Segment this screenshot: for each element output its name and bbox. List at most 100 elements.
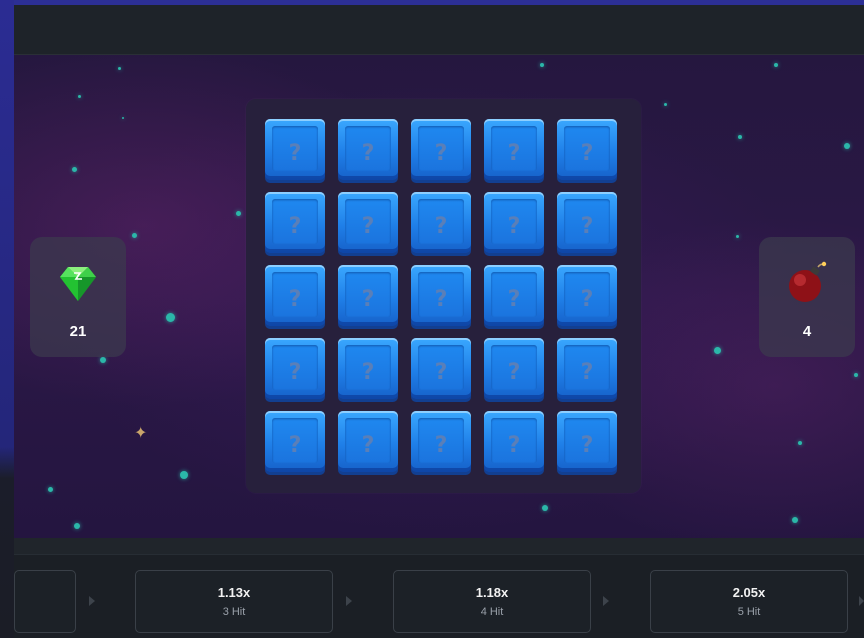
question-mark-icon: ? — [507, 214, 521, 239]
question-mark-icon: ? — [288, 287, 302, 312]
chevron-right-icon — [859, 596, 864, 606]
question-mark-icon: ? — [288, 214, 302, 239]
gems-count: 21 — [69, 323, 87, 340]
tile-face: ? — [272, 126, 318, 171]
mine-tile[interactable]: ? — [411, 411, 471, 472]
question-mark-icon: ? — [361, 214, 375, 239]
star-dot — [738, 135, 742, 139]
multiplier-hits: 3 Hit — [222, 606, 246, 618]
question-mark-icon: ? — [288, 360, 302, 385]
mine-tile[interactable]: ? — [411, 192, 471, 253]
tile-face: ? — [345, 126, 391, 171]
mine-tile[interactable]: ? — [338, 192, 398, 253]
star-dot — [166, 313, 175, 322]
mine-tile[interactable]: ? — [265, 411, 325, 472]
mines-counter-card: 4 — [759, 237, 855, 357]
mine-tile[interactable]: ? — [484, 119, 544, 180]
mine-tile[interactable]: ? — [411, 265, 471, 326]
mine-tile[interactable]: ? — [411, 338, 471, 399]
mine-tile[interactable]: ? — [484, 265, 544, 326]
mine-tile[interactable]: ? — [557, 411, 617, 472]
mine-tile[interactable]: ? — [557, 338, 617, 399]
mine-tile[interactable]: ? — [338, 411, 398, 472]
multiplier-value: 1.18x — [475, 585, 509, 600]
star-dot — [792, 517, 798, 523]
mine-tile[interactable]: ? — [484, 338, 544, 399]
tile-face: ? — [491, 418, 537, 463]
star-dot — [236, 211, 241, 216]
tile-face: ? — [564, 345, 610, 390]
question-mark-icon: ? — [288, 141, 302, 166]
tile-face: ? — [418, 345, 464, 390]
tile-face: ? — [272, 418, 318, 463]
multiplier-value: 1.13x — [217, 585, 251, 600]
star-dot — [132, 233, 137, 238]
question-mark-icon: ? — [507, 141, 521, 166]
tile-face: ? — [418, 199, 464, 244]
question-mark-icon: ? — [507, 287, 521, 312]
multiplier-card-3-hit[interactable]: 1.13x 3 Hit — [135, 570, 333, 633]
star-dot — [854, 373, 858, 377]
star-dot — [542, 505, 548, 511]
mine-tile[interactable]: ? — [265, 192, 325, 253]
star-dot — [844, 143, 850, 149]
mine-tile[interactable]: ? — [484, 411, 544, 472]
question-mark-icon: ? — [434, 433, 448, 458]
star-dot — [736, 235, 739, 238]
star-dot — [714, 347, 721, 354]
mine-tile[interactable]: ? — [338, 119, 398, 180]
mines-game-screen: ✦ 21 4 ????????????????????????? 1.13x 3… — [0, 0, 864, 638]
tile-face: ? — [491, 345, 537, 390]
mine-tile[interactable]: ? — [338, 338, 398, 399]
multiplier-hits: 4 Hit — [480, 606, 504, 618]
tile-face: ? — [418, 126, 464, 171]
tile-face: ? — [345, 272, 391, 317]
tile-face: ? — [272, 345, 318, 390]
window-left-edge — [0, 0, 14, 638]
star-dot — [72, 167, 77, 172]
tile-face: ? — [418, 272, 464, 317]
mine-tile[interactable]: ? — [265, 338, 325, 399]
question-mark-icon: ? — [507, 360, 521, 385]
multiplier-card-4-hit[interactable]: 1.18x 4 Hit — [393, 570, 591, 633]
sparkle-icon: ✦ — [134, 423, 148, 442]
mine-tile[interactable]: ? — [338, 265, 398, 326]
top-bar — [14, 5, 864, 55]
star-dot — [100, 357, 106, 363]
tile-face: ? — [272, 199, 318, 244]
question-mark-icon: ? — [361, 360, 375, 385]
star-dot — [180, 471, 188, 479]
mine-tile[interactable]: ? — [557, 119, 617, 180]
tile-face: ? — [345, 418, 391, 463]
tile-face: ? — [418, 418, 464, 463]
multiplier-card-partial[interactable] — [14, 570, 76, 633]
chevron-right-icon — [346, 596, 352, 606]
mine-tile[interactable]: ? — [557, 265, 617, 326]
mine-tile[interactable]: ? — [557, 192, 617, 253]
question-mark-icon: ? — [434, 287, 448, 312]
question-mark-icon: ? — [361, 287, 375, 312]
question-mark-icon: ? — [288, 433, 302, 458]
mine-tile[interactable]: ? — [411, 119, 471, 180]
question-mark-icon: ? — [434, 214, 448, 239]
star-dot — [48, 487, 53, 492]
strip-rail — [14, 538, 864, 555]
bomb-icon — [789, 261, 827, 302]
star-dot — [798, 441, 802, 445]
mine-tile[interactable]: ? — [484, 192, 544, 253]
tile-face: ? — [345, 345, 391, 390]
mine-tile[interactable]: ? — [265, 265, 325, 326]
multiplier-card-5-hit[interactable]: 2.05x 5 Hit — [650, 570, 848, 633]
question-mark-icon: ? — [361, 141, 375, 166]
chevron-right-icon — [603, 596, 609, 606]
mine-tile[interactable]: ? — [265, 119, 325, 180]
tile-face: ? — [491, 126, 537, 171]
question-mark-icon: ? — [580, 433, 594, 458]
star-dot — [78, 95, 81, 98]
tile-face: ? — [345, 199, 391, 244]
green-gem-icon — [60, 267, 96, 301]
question-mark-icon: ? — [580, 214, 594, 239]
question-mark-icon: ? — [580, 141, 594, 166]
tile-face: ? — [564, 199, 610, 244]
multiplier-value: 2.05x — [732, 585, 766, 600]
